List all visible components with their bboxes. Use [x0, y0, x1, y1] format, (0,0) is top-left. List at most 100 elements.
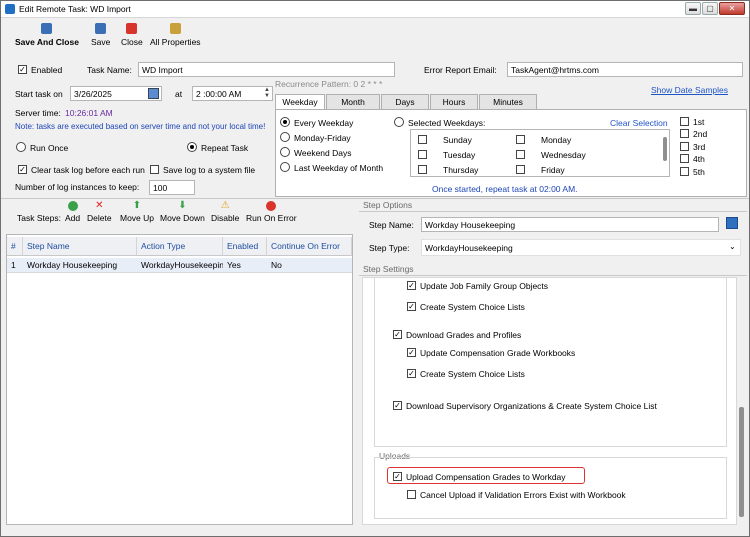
step-options-header: Step Options [363, 200, 413, 210]
weekend-days-label: Weekend Days [294, 148, 352, 158]
task-steps-label: Task Steps: [17, 213, 61, 223]
save-log-label: Save log to a system file [163, 165, 256, 175]
thursday-label: Thursday [443, 165, 479, 175]
minimize-button[interactable]: ▬ [685, 2, 701, 15]
step-name-input[interactable] [421, 217, 719, 232]
friday-checkbox[interactable] [516, 165, 525, 174]
maximize-button[interactable]: ▢ [702, 2, 718, 15]
disable-label: Disable [211, 213, 240, 223]
create-choice-lists-checkbox[interactable]: ✓ [407, 302, 416, 311]
thursday-checkbox[interactable] [418, 165, 427, 174]
add-step-button[interactable]: Add [65, 201, 80, 223]
tab-weekday[interactable]: Weekday [275, 94, 325, 110]
create-choice-lists-label: Create System Choice Lists [420, 302, 525, 312]
selected-weekdays-radio[interactable] [394, 117, 404, 127]
every-weekday-radio[interactable] [280, 117, 290, 127]
run-on-error-button[interactable]: Run On Error [246, 201, 297, 223]
close-window-button[interactable]: ✕ [719, 2, 745, 15]
monday-friday-label: Monday-Friday [294, 133, 351, 143]
week-2nd-checkbox[interactable] [680, 129, 689, 138]
delete-icon: ✕ [95, 200, 104, 211]
clear-selection-link[interactable]: Clear Selection [610, 118, 668, 128]
run-on-error-label: Run On Error [246, 213, 297, 223]
server-time-note: Note: tasks are executed based on server… [15, 122, 266, 131]
weekend-days-radio[interactable] [280, 147, 290, 157]
add-label: Add [65, 213, 81, 223]
col-enabled-header[interactable]: Enabled [223, 237, 267, 256]
week-5th-checkbox[interactable] [680, 167, 689, 176]
create-choice-lists-2-checkbox[interactable]: ✓ [407, 369, 416, 378]
download-grades-label: Download Grades and Profiles [406, 330, 522, 340]
week-1st-checkbox[interactable] [680, 117, 689, 126]
col-step-name-header[interactable]: Step Name [23, 237, 137, 256]
wednesday-label: Wednesday [541, 150, 586, 160]
monday-label: Monday [541, 135, 572, 145]
upload-grades-checkbox[interactable]: ✓ [393, 472, 402, 481]
enabled-checkbox[interactable]: ✓ [18, 65, 27, 74]
row-enabled: Yes [227, 260, 241, 270]
save-step-name-icon[interactable] [726, 217, 738, 229]
chevron-down-icon[interactable]: ⌄ [729, 242, 736, 251]
col-num-header[interactable]: # [7, 237, 23, 256]
tab-month[interactable]: Month [326, 94, 380, 109]
error-email-input[interactable] [507, 62, 743, 77]
recurrence-pattern-label: Recurrence Pattern: 0 2 * * * [275, 79, 383, 89]
close-label: Close [121, 37, 143, 47]
week-4th-checkbox[interactable] [680, 154, 689, 163]
step-type-value: WorkdayHousekeeping [425, 243, 513, 253]
run-once-radio[interactable] [16, 142, 26, 152]
log-instances-input[interactable] [149, 180, 195, 195]
repeat-task-radio[interactable] [187, 142, 197, 152]
close-icon [126, 23, 138, 34]
recurrence-summary: Once started, repeat task at 02:00 AM. [432, 184, 578, 194]
tab-hours[interactable]: Hours [430, 94, 478, 109]
sunday-label: Sunday [443, 135, 472, 145]
tab-minutes[interactable]: Minutes [479, 94, 537, 109]
last-weekday-label: Last Weekday of Month [294, 163, 384, 173]
update-comp-grade-checkbox[interactable]: ✓ [407, 348, 416, 357]
show-date-samples-link[interactable]: Show Date Samples [651, 85, 728, 95]
create-choice-lists-2-label: Create System Choice Lists [420, 369, 525, 379]
wednesday-checkbox[interactable] [516, 150, 525, 159]
download-sup-orgs-checkbox[interactable]: ✓ [393, 401, 402, 410]
step-settings-divider [359, 275, 747, 276]
col-action-type-header[interactable]: Action Type [137, 237, 223, 256]
disable-step-button[interactable]: ⚠ Disable [211, 201, 240, 224]
close-button[interactable]: Close [121, 23, 143, 47]
save-log-checkbox[interactable] [150, 165, 159, 174]
friday-label: Friday [541, 165, 565, 175]
delete-label: Delete [87, 213, 112, 223]
move-down-button[interactable]: ⬇ Move Down [160, 200, 205, 224]
weekday-list-scrollbar[interactable] [663, 137, 667, 161]
col-continue-header[interactable]: Continue On Error [267, 237, 352, 256]
move-up-button[interactable]: ⬆ Move Up [120, 201, 154, 224]
all-properties-button[interactable]: All Properties [150, 23, 201, 47]
download-sup-orgs-label: Download Supervisory Organizations & Cre… [406, 401, 657, 411]
tuesday-checkbox[interactable] [418, 150, 427, 159]
save-button[interactable]: Save [91, 23, 110, 47]
task-name-input[interactable] [138, 62, 395, 77]
enabled-label: Enabled [31, 65, 63, 75]
repeat-task-label: Repeat Task [201, 143, 249, 153]
calendar-icon[interactable] [148, 88, 159, 99]
save-and-close-button[interactable]: Save And Close [15, 23, 79, 47]
time-spinner[interactable]: ▲ ▼ [263, 87, 271, 99]
last-weekday-radio[interactable] [280, 162, 290, 172]
arrow-down-icon: ⬇ [178, 200, 187, 211]
download-grades-checkbox[interactable]: ✓ [393, 330, 402, 339]
clear-log-label: Clear task log before each run [31, 165, 145, 175]
step-settings-scrollbar[interactable] [739, 407, 744, 517]
start-time-input[interactable] [192, 86, 273, 101]
sunday-checkbox[interactable] [418, 135, 427, 144]
update-job-family-checkbox[interactable]: ✓ [407, 281, 416, 290]
clear-log-checkbox[interactable]: ✓ [18, 165, 27, 174]
cancel-upload-checkbox[interactable] [407, 490, 416, 499]
error-icon [266, 201, 277, 211]
row-step-name: Workday Housekeeping [27, 260, 118, 270]
monday-checkbox[interactable] [516, 135, 525, 144]
monday-friday-radio[interactable] [280, 132, 290, 142]
delete-step-button[interactable]: ✕ Delete [87, 200, 112, 224]
week-3rd-checkbox[interactable] [680, 142, 689, 151]
tab-days[interactable]: Days [381, 94, 429, 109]
log-instances-label: Number of log instances to keep: [15, 182, 140, 192]
